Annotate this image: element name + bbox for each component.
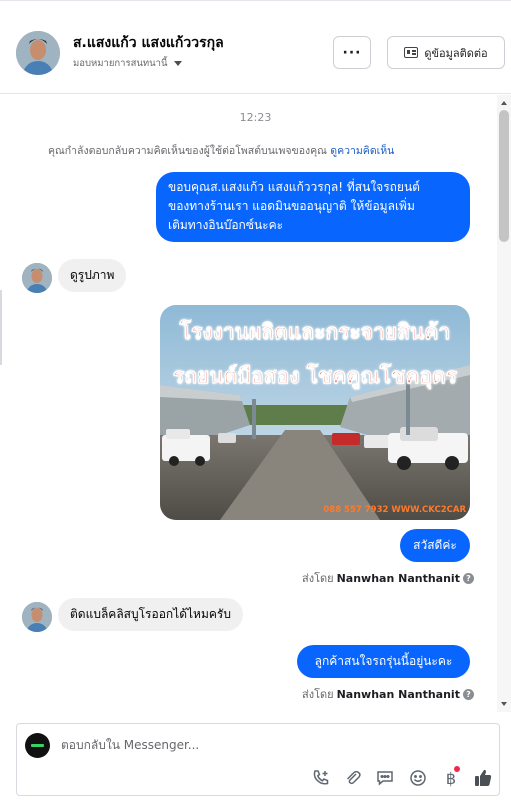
image-headline: โรงงานผลิตและกระจายสินค้า	[179, 320, 451, 345]
incoming-message[interactable]: ดูรูปภาพ	[58, 259, 127, 292]
info-icon[interactable]: ?	[462, 688, 474, 700]
assign-label: มอบหมายการสนทนานี้	[73, 58, 168, 69]
phone-plus-icon[interactable]	[311, 768, 331, 788]
notification-dot	[454, 766, 460, 772]
baht-icon[interactable]: ฿	[441, 766, 461, 788]
info-icon[interactable]: ?	[462, 572, 474, 584]
caret-down-icon	[173, 61, 182, 66]
sent-by-label: ส่งโดย Nanwhan Nanthanit ?	[302, 569, 474, 587]
more-options-button[interactable]: ···	[333, 36, 371, 69]
incoming-message[interactable]: ติดแบล็คลิสบูโรออกได้ไหมครับ	[58, 598, 243, 631]
customer-avatar[interactable]	[22, 602, 52, 632]
view-contact-info-label: ดูข้อมูลติดต่อ	[424, 46, 488, 60]
conversation-header: ส.แสงแก้ว แสงแก้ววรกุล มอบหมายการสนทนานี…	[0, 13, 511, 94]
sent-by-label: ส่งโดย Nanwhan Nanthanit ?	[302, 685, 474, 703]
scrollbar-thumb[interactable]	[499, 110, 509, 242]
quick-reply-icon[interactable]	[375, 768, 395, 788]
view-comment-link[interactable]: ดูความคิดเห็น	[330, 145, 394, 157]
message-timestamp: 12:23	[239, 111, 272, 124]
outgoing-message[interactable]: ขอบคุณส.แสงแก้ว แสงแก้ววรกุล! ที่สนใจรถย…	[156, 172, 470, 242]
scroll-up-arrow-icon[interactable]	[501, 101, 507, 105]
reply-input[interactable]	[61, 738, 391, 752]
assign-conversation-dropdown[interactable]: มอบหมายการสนทนานี้	[73, 56, 182, 71]
reply-composer: ฿	[16, 723, 500, 796]
image-contact-caption: 088 557 7932 WWW.CKC2CAR	[323, 505, 466, 515]
sent-by-prefix: ส่งโดย	[302, 572, 334, 585]
sent-by-name[interactable]: Nanwhan Nanthanit	[337, 572, 460, 585]
message-thread[interactable]: 12:23 คุณกำลังตอบกลับความคิดเห็นของผู้ใช…	[0, 95, 497, 712]
emoji-icon[interactable]	[408, 768, 428, 788]
contact-card-icon	[404, 47, 419, 58]
message-line: ขอบคุณส.แสงแก้ว แสงแก้ววรกุล! ที่สนใจรถย…	[168, 180, 420, 194]
customer-avatar[interactable]	[22, 263, 52, 293]
page-avatar	[25, 733, 50, 758]
message-line: ของทางร้านเรา แอดมินขออนุญาติ ให้ข้อมูลเ…	[168, 199, 415, 213]
panel-edge-divider	[0, 290, 2, 365]
sent-by-name[interactable]: Nanwhan Nanthanit	[337, 688, 460, 701]
outgoing-message[interactable]: สวัสดีค่ะ	[400, 529, 470, 562]
image-attachment[interactable]: โรงงานผลิตและกระจายสินค้า รถยนต์มือสอง โ…	[160, 305, 470, 520]
comment-reply-notice: คุณกำลังตอบกลับความคิดเห็นของผู้ใช้ต่อโพ…	[48, 142, 394, 159]
image-subheadline: รถยนต์มือสอง โชคคูณโชคอุดร	[173, 364, 458, 389]
view-contact-info-button[interactable]: ดูข้อมูลติดต่อ	[387, 36, 505, 69]
message-line: เติมทางอินบ๊อกซ์นะคะ	[168, 218, 284, 232]
contact-name[interactable]: ส.แสงแก้ว แสงแก้ววรกุล	[73, 32, 224, 54]
contact-avatar[interactable]	[16, 31, 60, 75]
sent-by-prefix: ส่งโดย	[302, 688, 334, 701]
thumbs-up-icon[interactable]	[473, 768, 493, 788]
notice-text: คุณกำลังตอบกลับความคิดเห็นของผู้ใช้ต่อโพ…	[48, 145, 327, 157]
paperclip-icon[interactable]	[343, 768, 363, 788]
scroll-down-arrow-icon[interactable]	[501, 702, 507, 706]
inbox-conversation-panel: ส.แสงแก้ว แสงแก้ววรกุล มอบหมายการสนทนานี…	[0, 0, 511, 802]
outgoing-message[interactable]: ลูกค้าสนใจรถรุ่นนี้อยู่นะคะ	[297, 645, 470, 678]
